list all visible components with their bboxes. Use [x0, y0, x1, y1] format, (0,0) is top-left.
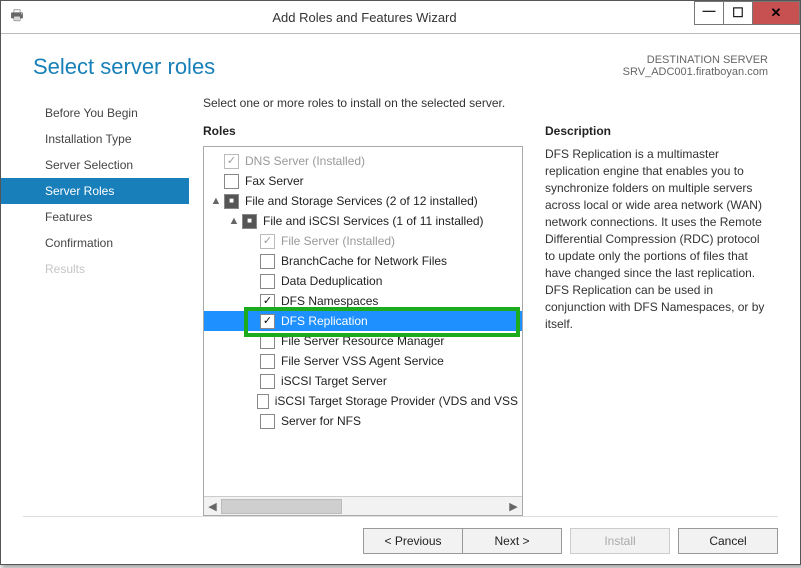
- wizard-nav: Before You BeginInstallation TypeServer …: [1, 94, 189, 516]
- role-label: BranchCache for Network Files: [281, 251, 447, 271]
- scroll-right-icon[interactable]: ▶: [505, 497, 522, 515]
- tree-expander-icon[interactable]: ▲: [210, 191, 222, 211]
- role-label: File and Storage Services (2 of 12 insta…: [245, 191, 478, 211]
- role-checkbox[interactable]: [260, 374, 275, 389]
- role-checkbox: [260, 234, 275, 249]
- role-item[interactable]: DFS Namespaces: [204, 291, 522, 311]
- app-icon: 🖶: [7, 7, 27, 27]
- role-checkbox[interactable]: [260, 334, 275, 349]
- role-label: File Server (Installed): [281, 231, 395, 251]
- role-checkbox[interactable]: [260, 294, 275, 309]
- close-button[interactable]: ✕: [753, 1, 800, 25]
- roles-hscrollbar[interactable]: ◀ ▶: [204, 496, 522, 515]
- scroll-thumb[interactable]: [221, 499, 342, 514]
- window-title: Add Roles and Features Wizard: [35, 10, 694, 25]
- role-item[interactable]: BranchCache for Network Files: [204, 251, 522, 271]
- role-item[interactable]: Server for NFS: [204, 411, 522, 431]
- add-roles-wizard-window: 🖶 Add Roles and Features Wizard — ☐ ✕ Se…: [0, 0, 801, 565]
- destination-host: SRV_ADC001.firatboyan.com: [623, 66, 768, 78]
- nav-step-results: Results: [1, 256, 189, 282]
- role-item[interactable]: DFS Replication: [204, 311, 522, 331]
- role-label: Fax Server: [245, 171, 304, 191]
- role-checkbox[interactable]: [260, 414, 275, 429]
- instruction-text: Select one or more roles to install on t…: [193, 94, 790, 124]
- scroll-left-icon[interactable]: ◀: [204, 497, 221, 515]
- previous-button[interactable]: < Previous: [363, 528, 463, 554]
- role-label: File Server VSS Agent Service: [281, 351, 444, 371]
- page-heading: Select server roles: [33, 54, 215, 80]
- role-item[interactable]: ▲ File and Storage Services (2 of 12 inst…: [204, 191, 522, 211]
- nav-step-server-selection[interactable]: Server Selection: [1, 152, 189, 178]
- maximize-button[interactable]: ☐: [724, 1, 753, 25]
- role-checkbox[interactable]: [260, 254, 275, 269]
- role-label: Data Deduplication: [281, 271, 382, 291]
- nav-step-confirmation[interactable]: Confirmation: [1, 230, 189, 256]
- role-label: DFS Namespaces: [281, 291, 378, 311]
- description-label: Description: [545, 124, 772, 138]
- role-label: iSCSI Target Server: [281, 371, 387, 391]
- role-item[interactable]: File Server Resource Manager: [204, 331, 522, 351]
- role-label: File and iSCSI Services (1 of 11 install…: [263, 211, 484, 231]
- scroll-track[interactable]: [221, 497, 505, 515]
- role-item[interactable]: iSCSI Target Server: [204, 371, 522, 391]
- role-label: File Server Resource Manager: [281, 331, 444, 351]
- role-item[interactable]: iSCSI Target Storage Provider (VDS and V…: [204, 391, 522, 411]
- title-bar: 🖶 Add Roles and Features Wizard — ☐ ✕: [1, 1, 800, 34]
- role-checkbox[interactable]: [260, 314, 275, 329]
- nav-step-server-roles[interactable]: Server Roles: [1, 178, 189, 204]
- role-checkbox[interactable]: [260, 274, 275, 289]
- role-label: Server for NFS: [281, 411, 361, 431]
- role-label: DNS Server (Installed): [245, 151, 365, 171]
- nav-step-features[interactable]: Features: [1, 204, 189, 230]
- roles-tree[interactable]: DNS Server (Installed)Fax Server▲File an…: [204, 147, 522, 496]
- destination-server-block: DESTINATION SERVER SRV_ADC001.firatboyan…: [623, 54, 768, 78]
- role-checkbox: [224, 154, 239, 169]
- role-label: DFS Replication: [281, 311, 368, 331]
- roles-label: Roles: [203, 124, 523, 138]
- nav-step-installation-type[interactable]: Installation Type: [1, 126, 189, 152]
- destination-label: DESTINATION SERVER: [623, 54, 768, 66]
- role-checkbox[interactable]: [260, 354, 275, 369]
- description-text: DFS Replication is a multimaster replica…: [545, 146, 772, 333]
- wizard-footer: < Previous Next > Install Cancel: [1, 517, 800, 565]
- role-item[interactable]: Data Deduplication: [204, 271, 522, 291]
- role-checkbox[interactable]: [257, 394, 269, 409]
- next-button[interactable]: Next >: [463, 528, 562, 554]
- roles-tree-box: DNS Server (Installed)Fax Server▲File an…: [203, 146, 523, 516]
- role-checkbox[interactable]: [242, 214, 257, 229]
- role-checkbox[interactable]: [224, 194, 239, 209]
- role-item[interactable]: ▲ File and iSCSI Services (1 of 11 instal…: [204, 211, 522, 231]
- role-item: DNS Server (Installed): [204, 151, 522, 171]
- cancel-button[interactable]: Cancel: [678, 528, 778, 554]
- role-item[interactable]: File Server VSS Agent Service: [204, 351, 522, 371]
- tree-expander-icon[interactable]: ▲: [228, 211, 240, 231]
- role-item[interactable]: Fax Server: [204, 171, 522, 191]
- role-label: iSCSI Target Storage Provider (VDS and V…: [275, 391, 518, 411]
- install-button: Install: [570, 528, 670, 554]
- role-checkbox[interactable]: [224, 174, 239, 189]
- minimize-button[interactable]: —: [694, 1, 724, 25]
- role-item: File Server (Installed): [204, 231, 522, 251]
- nav-step-before-you-begin[interactable]: Before You Begin: [1, 100, 189, 126]
